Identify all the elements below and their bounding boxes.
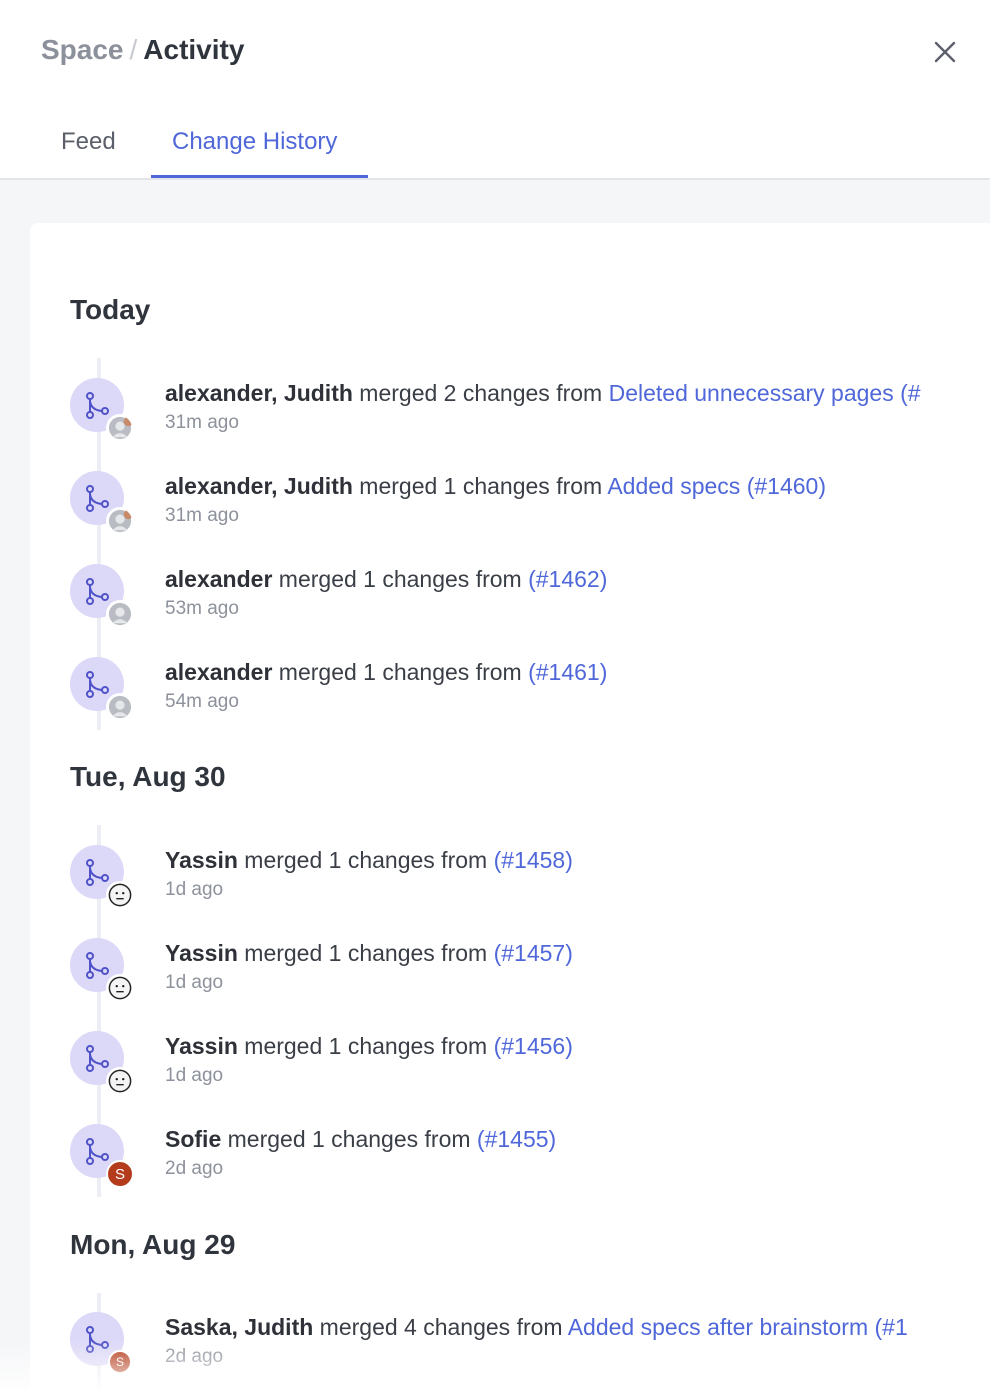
merge-icon	[86, 392, 109, 419]
photo-avatar-icon	[108, 695, 132, 719]
merge-icon	[86, 1138, 109, 1165]
activity-item: Yassin merged 1 changes from (#1457) 1d a…	[70, 938, 990, 1018]
change-request-link[interactable]: (#1461)	[528, 659, 607, 685]
user-avatar	[106, 1067, 134, 1095]
activity-item: alexander merged 1 changes from (#1462) 5…	[70, 564, 990, 644]
photo-avatar-icon	[108, 416, 132, 440]
activity-action: merged 2 changes from	[352, 380, 609, 406]
activity-time: 31m ago	[165, 412, 239, 433]
activity-action: merged 4 changes from	[313, 1314, 568, 1340]
activity-action: merged 1 changes from	[352, 473, 608, 499]
user-avatar	[106, 693, 134, 721]
activity-item: Yassin merged 1 changes from (#1458) 1d a…	[70, 845, 990, 925]
tab-change-history[interactable]: Change History	[172, 128, 337, 156]
breadcrumb: Space / Activity	[41, 34, 244, 66]
activity-text: Yassin merged 1 changes from (#1456)	[165, 1031, 990, 1061]
activity-text: alexander merged 1 changes from (#1461)	[165, 657, 990, 687]
activity-text: Yassin merged 1 changes from (#1457)	[165, 938, 990, 968]
activity-time: 54m ago	[165, 691, 239, 712]
activity-users[interactable]: alexander	[165, 566, 272, 592]
section-title: Tue, Aug 30	[70, 761, 226, 792]
merge-icon	[86, 578, 109, 605]
merge-icon	[86, 671, 109, 698]
activity-users[interactable]: Yassin	[165, 940, 238, 966]
active-tab-indicator	[151, 175, 368, 178]
activity-action: merged 1 changes from	[237, 847, 494, 873]
activity-users[interactable]: Saska, Judith	[165, 1314, 313, 1340]
activity-text: Sofie merged 1 changes from (#1455)	[165, 1124, 990, 1154]
activity-text: Yassin merged 1 changes from (#1458)	[165, 845, 990, 875]
face-avatar-icon	[108, 976, 132, 1000]
activity-users[interactable]: alexander	[165, 659, 272, 685]
close-icon	[934, 41, 956, 63]
activity-item: S Sofie merged 1 changes from (#1455) 2d a…	[70, 1124, 990, 1204]
merge-icon	[86, 1045, 109, 1072]
activity-action: merged 1 changes from	[221, 1126, 477, 1152]
activity-time: 2d ago	[165, 1158, 224, 1179]
face-avatar-icon	[108, 883, 132, 907]
activity-time: 53m ago	[165, 598, 239, 619]
activity-users[interactable]: Yassin	[165, 847, 238, 873]
change-request-link[interactable]: (#1455)	[477, 1126, 556, 1152]
user-avatar	[106, 414, 134, 442]
activity-text: alexander, Judith merged 1 changes from …	[165, 471, 990, 501]
user-avatar: S	[106, 1160, 134, 1188]
activity-users[interactable]: Yassin	[165, 1033, 238, 1059]
activity-text: Saska, Judith merged 4 changes from Adde…	[165, 1312, 990, 1342]
user-avatar	[106, 507, 134, 535]
user-avatar	[106, 600, 134, 628]
user-initial: S	[114, 1165, 125, 1183]
photo-avatar-icon	[108, 509, 132, 533]
change-request-link[interactable]: Added specs (#1460)	[607, 473, 826, 499]
merge-icon	[86, 485, 109, 512]
activity-text: alexander, Judith merged 2 changes from …	[165, 378, 990, 408]
merge-icon	[86, 952, 109, 979]
activity-users[interactable]: alexander, Judith	[165, 380, 353, 406]
photo-avatar-icon	[108, 602, 132, 626]
change-request-link[interactable]: (#1457)	[494, 940, 573, 966]
activity-users[interactable]: alexander, Judith	[165, 473, 353, 499]
section-title: Mon, Aug 29	[70, 1229, 236, 1260]
scroll-fade	[0, 1340, 990, 1390]
face-avatar-icon	[108, 1069, 132, 1093]
activity-time: 31m ago	[165, 505, 239, 526]
user-avatar	[106, 881, 134, 909]
activity-action: merged 1 changes from	[272, 659, 529, 685]
change-request-link[interactable]: (#1462)	[528, 566, 607, 592]
activity-time: 1d ago	[165, 1065, 224, 1086]
activity-users[interactable]: Sofie	[165, 1126, 221, 1152]
change-request-link[interactable]: (#1456)	[494, 1033, 573, 1059]
activity-action: merged 1 changes from	[237, 1033, 494, 1059]
merge-icon	[86, 859, 109, 886]
user-avatar	[106, 974, 134, 1002]
change-request-link[interactable]: Added specs after brainstorm (#1	[568, 1314, 908, 1340]
change-request-link[interactable]: Deleted unnecessary pages (#	[609, 380, 921, 406]
tab-feed[interactable]: Feed	[61, 128, 116, 156]
activity-text: alexander merged 1 changes from (#1462)	[165, 564, 990, 594]
activity-item: Yassin merged 1 changes from (#1456) 1d a…	[70, 1031, 990, 1111]
activity-item: alexander merged 1 changes from (#1461) 5…	[70, 657, 990, 737]
activity-time: 1d ago	[165, 972, 224, 993]
change-request-link[interactable]: (#1458)	[494, 847, 573, 873]
activity-time: 1d ago	[165, 879, 224, 900]
header: Space / Activity Feed Change History	[0, 0, 990, 180]
activity-action: merged 1 changes from	[272, 566, 529, 592]
close-button[interactable]	[926, 33, 964, 71]
activity-item: alexander, Judith merged 2 changes from …	[70, 378, 990, 458]
section-title: Today	[70, 294, 151, 325]
activity-action: merged 1 changes from	[237, 940, 494, 966]
breadcrumb-space[interactable]: Space	[41, 34, 124, 65]
activity-item: alexander, Judith merged 1 changes from …	[70, 471, 990, 551]
breadcrumb-activity: Activity	[143, 34, 245, 65]
breadcrumb-separator: /	[129, 34, 138, 65]
